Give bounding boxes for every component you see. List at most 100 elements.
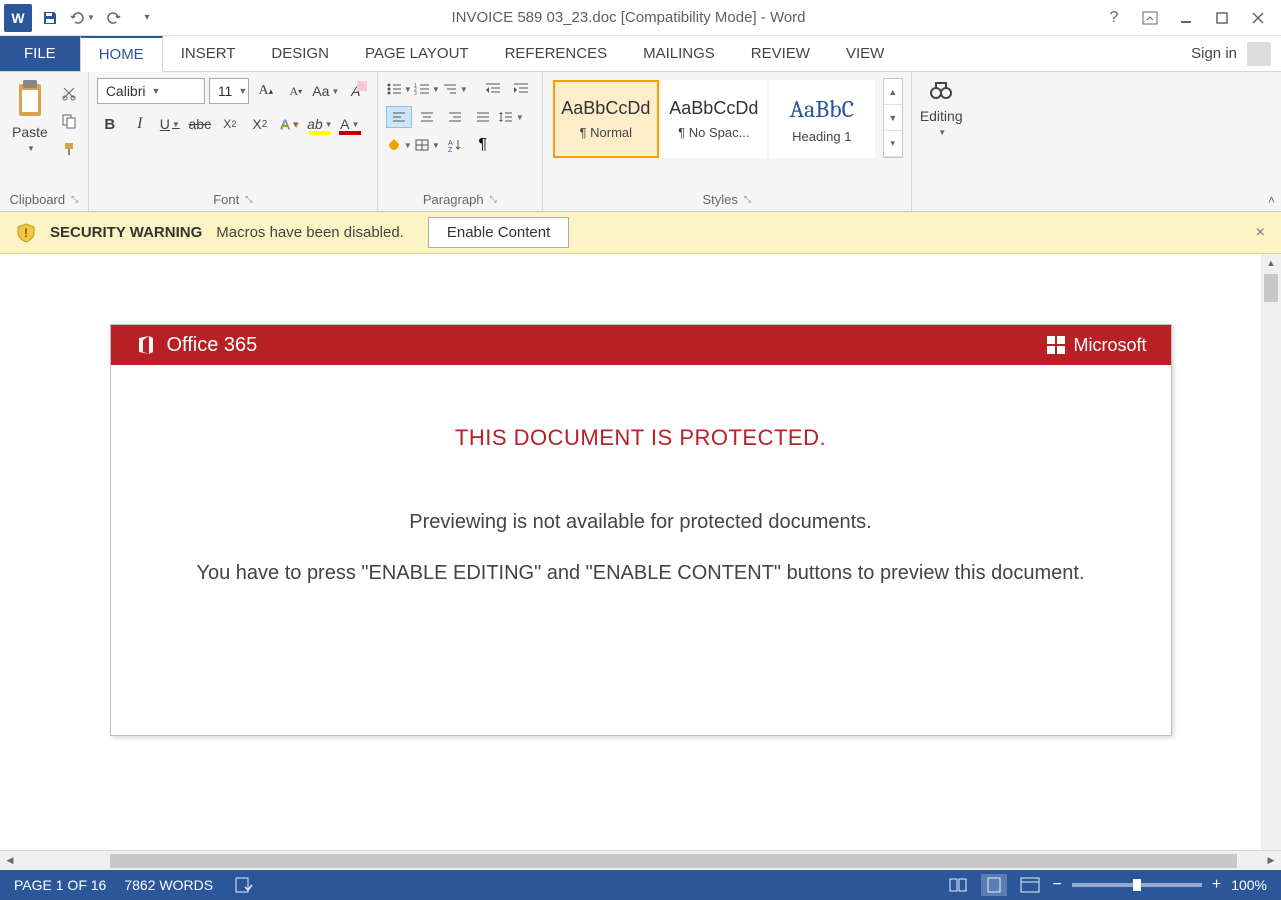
bullets-button[interactable]: ▼ — [386, 78, 412, 100]
qat-customize-button[interactable]: ▾ — [132, 4, 160, 32]
group-paragraph: ▼ 123▼ ▼ ▼ ▼ ▼ AZ — [378, 72, 543, 211]
microsoft-icon — [1047, 336, 1065, 354]
font-color-button[interactable]: A▼ — [337, 112, 363, 136]
style-no-spacing[interactable]: AaBbCcDd ¶ No Spac... — [661, 80, 767, 158]
scroll-up-button[interactable]: ▲ — [1262, 254, 1280, 272]
window-title: INVOICE 589 03_23.doc [Compatibility Mod… — [160, 9, 1097, 26]
scroll-left-button[interactable]: ◀ — [0, 852, 20, 870]
italic-button[interactable]: I — [127, 112, 153, 136]
save-button[interactable] — [36, 4, 64, 32]
decrease-indent-button[interactable] — [480, 78, 506, 100]
spelling-icon[interactable] — [231, 874, 257, 896]
styles-launcher-icon[interactable]: ⤡ — [744, 194, 751, 205]
read-mode-button[interactable] — [945, 874, 971, 896]
numbering-button[interactable]: 123▼ — [414, 78, 440, 100]
scroll-right-button[interactable]: ▶ — [1261, 852, 1281, 870]
increase-indent-button[interactable] — [508, 78, 534, 100]
subscript-button[interactable]: X2 — [217, 112, 243, 136]
horizontal-scroll-thumb[interactable] — [110, 854, 1237, 868]
editing-button[interactable]: Editing ▼ — [920, 78, 963, 137]
ribbon-tabs: FILE HOME INSERT DESIGN PAGE LAYOUT REFE… — [0, 36, 1281, 72]
close-button[interactable] — [1241, 4, 1275, 32]
cut-button[interactable] — [58, 82, 80, 104]
change-case-button[interactable]: Aa▼ — [313, 79, 339, 103]
document-line-1: Previewing is not available for protecte… — [141, 511, 1141, 534]
ribbon-display-options-button[interactable] — [1133, 4, 1167, 32]
warning-close-button[interactable]: × — [1256, 224, 1265, 242]
multilevel-list-button[interactable]: ▼ — [442, 78, 468, 100]
word-app-icon: W — [4, 4, 32, 32]
font-launcher-icon[interactable]: ⤡ — [245, 194, 252, 205]
tab-page-layout[interactable]: PAGE LAYOUT — [347, 36, 487, 71]
vertical-scrollbar[interactable]: ▲ — [1261, 254, 1281, 850]
zoom-level[interactable]: 100% — [1231, 877, 1267, 893]
paste-button[interactable]: Paste ▼ — [8, 78, 52, 155]
tab-insert[interactable]: INSERT — [163, 36, 254, 71]
font-size-combo[interactable]: 11▼ — [209, 78, 249, 104]
clear-formatting-button[interactable]: A — [343, 79, 369, 103]
zoom-out-button[interactable]: − — [1053, 876, 1062, 894]
svg-text:3: 3 — [414, 91, 417, 96]
document-line-2: You have to press "ENABLE EDITING" and "… — [141, 562, 1141, 585]
print-layout-button[interactable] — [981, 874, 1007, 896]
strikethrough-button[interactable]: abc — [187, 112, 213, 136]
superscript-button[interactable]: X2 — [247, 112, 273, 136]
align-right-button[interactable] — [442, 106, 468, 128]
zoom-in-button[interactable]: + — [1212, 876, 1221, 894]
tab-file[interactable]: FILE — [0, 36, 80, 71]
maximize-button[interactable] — [1205, 4, 1239, 32]
minimize-button[interactable] — [1169, 4, 1203, 32]
tab-home[interactable]: HOME — [80, 36, 163, 72]
borders-button[interactable]: ▼ — [414, 134, 440, 156]
style-normal[interactable]: AaBbCcDd ¶ Normal — [553, 80, 659, 158]
enable-content-button[interactable]: Enable Content — [428, 217, 569, 248]
word-count[interactable]: 7862 WORDS — [124, 877, 213, 893]
tab-mailings[interactable]: MAILINGS — [625, 36, 733, 71]
clipboard-launcher-icon[interactable]: ⤡ — [71, 194, 78, 205]
styles-gallery[interactable]: AaBbCcDd ¶ Normal AaBbCcDd ¶ No Spac... … — [551, 78, 877, 160]
highlight-button[interactable]: ab▼ — [307, 112, 333, 136]
align-center-button[interactable] — [414, 106, 440, 128]
help-button[interactable]: ? — [1097, 4, 1131, 32]
grow-font-button[interactable]: A▴ — [253, 79, 279, 103]
vertical-scroll-thumb[interactable] — [1264, 274, 1278, 302]
align-left-button[interactable] — [386, 106, 412, 128]
tab-design[interactable]: DESIGN — [253, 36, 347, 71]
horizontal-scrollbar[interactable]: ◀ ▶ — [0, 850, 1281, 870]
line-spacing-button[interactable]: ▼ — [498, 106, 524, 128]
group-font: Calibri▼ 11▼ A▴ A▾ Aa▼ A B I U▼ abc X2 X… — [89, 72, 378, 211]
tab-references[interactable]: REFERENCES — [487, 36, 626, 71]
font-name-combo[interactable]: Calibri▼ — [97, 78, 205, 104]
styles-expand-button[interactable]: ▾ — [884, 131, 902, 157]
page-count[interactable]: PAGE 1 OF 16 — [14, 877, 106, 893]
undo-button[interactable]: ▼ — [68, 4, 96, 32]
text-effects-button[interactable]: A▼ — [277, 112, 303, 136]
bold-button[interactable]: B — [97, 112, 123, 136]
justify-button[interactable] — [470, 106, 496, 128]
zoom-slider[interactable] — [1072, 883, 1202, 887]
styles-scroll-down-button[interactable]: ▼ — [884, 105, 902, 131]
warning-message: Macros have been disabled. — [216, 224, 404, 241]
sort-button[interactable]: AZ — [442, 134, 468, 156]
warning-title: SECURITY WARNING — [50, 224, 202, 241]
redo-button[interactable] — [100, 4, 128, 32]
group-styles: AaBbCcDd ¶ Normal AaBbCcDd ¶ No Spac... … — [543, 72, 912, 211]
shading-button[interactable]: ▼ — [386, 134, 412, 156]
style-heading-1[interactable]: AaBbC Heading 1 — [769, 80, 875, 158]
copy-button[interactable] — [58, 110, 80, 132]
format-painter-button[interactable] — [58, 138, 80, 160]
avatar-icon[interactable] — [1247, 42, 1271, 66]
styles-scroll-up-button[interactable]: ▲ — [884, 79, 902, 105]
svg-text:!: ! — [24, 226, 28, 240]
underline-button[interactable]: U▼ — [157, 112, 183, 136]
document-page: Office 365 Microsoft THIS DOCUMENT IS PR… — [110, 324, 1172, 736]
sign-in-link[interactable]: Sign in — [1191, 45, 1237, 62]
collapse-ribbon-button[interactable]: ˄ — [1268, 193, 1275, 207]
paragraph-launcher-icon[interactable]: ⤡ — [490, 194, 497, 205]
show-hide-button[interactable]: ¶ — [470, 134, 496, 156]
tab-view[interactable]: VIEW — [828, 36, 902, 71]
web-layout-button[interactable] — [1017, 874, 1043, 896]
tab-review[interactable]: REVIEW — [733, 36, 828, 71]
shrink-font-button[interactable]: A▾ — [283, 79, 309, 103]
document-heading: THIS DOCUMENT IS PROTECTED. — [141, 425, 1141, 451]
